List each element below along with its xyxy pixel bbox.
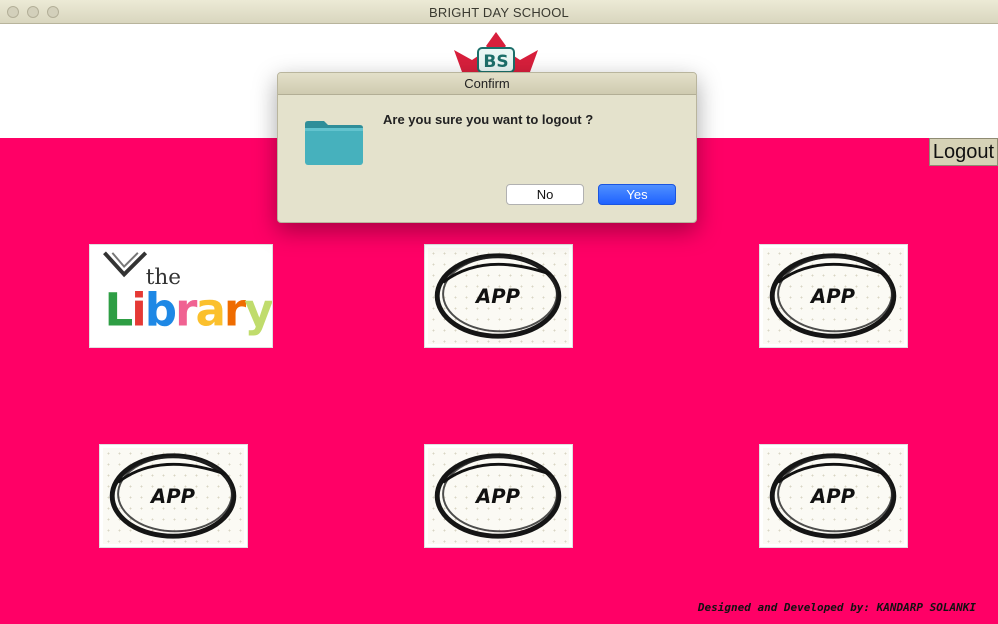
no-button[interactable]: No bbox=[506, 184, 584, 205]
folder-icon bbox=[305, 121, 363, 165]
app-tile-5[interactable]: APP bbox=[759, 444, 908, 548]
app-logo-icon: APP bbox=[434, 453, 562, 539]
school-logo: BS bbox=[454, 32, 538, 72]
confirm-dialog: Confirm Are you sure you want to logout … bbox=[277, 72, 697, 223]
app-tile-4[interactable]: APP bbox=[424, 444, 573, 548]
app-label: APP bbox=[474, 285, 521, 308]
window-title: BRIGHT DAY SCHOOL bbox=[429, 5, 569, 20]
library-tile[interactable]: the Library bbox=[89, 244, 273, 348]
footer-credit: Designed and Developed by: KANDARP SOLAN… bbox=[697, 601, 976, 614]
yes-button[interactable]: Yes bbox=[598, 184, 676, 205]
app-tile-1[interactable]: APP bbox=[424, 244, 573, 348]
app-label: APP bbox=[474, 485, 521, 508]
app-label: APP bbox=[809, 485, 856, 508]
app-logo-icon: APP bbox=[109, 453, 237, 539]
school-logo-text: BS bbox=[483, 52, 508, 72]
app-tile-3[interactable]: APP bbox=[99, 444, 248, 548]
app-logo-icon: APP bbox=[769, 453, 897, 539]
window-titlebar: BRIGHT DAY SCHOOL bbox=[0, 0, 998, 24]
app-label: APP bbox=[809, 285, 856, 308]
dialog-title: Confirm bbox=[278, 73, 696, 95]
library-logo: the Library bbox=[103, 251, 273, 336]
dialog-message: Are you sure you want to logout ? bbox=[383, 112, 594, 127]
app-logo-icon: APP bbox=[769, 253, 897, 339]
app-logo-icon: APP bbox=[434, 253, 562, 339]
logout-button[interactable]: Logout bbox=[929, 138, 998, 166]
app-tile-2[interactable]: APP bbox=[759, 244, 908, 348]
library-main-text: Library bbox=[105, 283, 273, 336]
app-label: APP bbox=[149, 485, 196, 508]
